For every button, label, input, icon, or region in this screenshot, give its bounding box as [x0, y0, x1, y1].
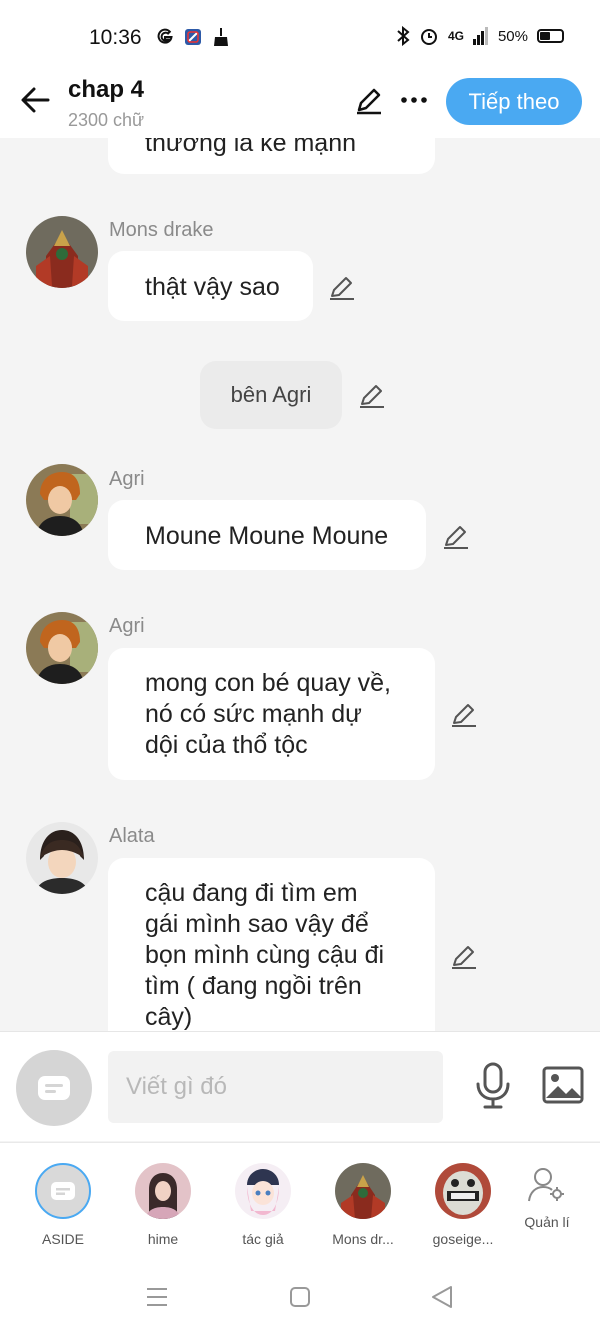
image-icon[interactable]	[542, 1066, 584, 1104]
edit-pencil-icon[interactable]	[353, 84, 385, 116]
character-bar: ASIDE hime tác giả Mons dr... goseige...…	[0, 1142, 600, 1262]
microphone-icon[interactable]	[474, 1062, 512, 1110]
avatar-mons-drake[interactable]	[26, 216, 98, 288]
alarm-icon	[420, 29, 437, 45]
character-mons-drake[interactable]: Mons dr...	[321, 1163, 405, 1247]
avatar	[435, 1163, 491, 1219]
character-aside[interactable]: ASIDE	[21, 1163, 105, 1247]
shield-app-icon	[185, 29, 201, 45]
status-time: 10:36	[89, 26, 142, 49]
chapter-title: chap 4	[68, 76, 145, 103]
avatar	[135, 1163, 191, 1219]
avatar	[335, 1163, 391, 1219]
battery-icon	[537, 29, 564, 43]
battery-percent: 50%	[497, 27, 528, 45]
network-label: 4G	[447, 29, 464, 43]
message-bubble[interactable]: thật vậy sao	[108, 251, 313, 321]
character-label: ASIDE	[41, 1231, 84, 1247]
signal-icon	[472, 27, 488, 45]
status-bar: 10:36 4G 50%	[0, 0, 600, 72]
google-icon	[157, 28, 173, 44]
message-text: thật vậy sao	[145, 273, 280, 301]
message-bubble[interactable]: cậu đang đi tìm em gái mình sao vậy để b…	[108, 858, 435, 1031]
message-line: bọn mình cùng cậu đi	[145, 941, 385, 969]
message-line: mong con bé quay về,	[145, 669, 391, 697]
user-settings-icon	[528, 1168, 564, 1202]
character-label: Quản lí	[524, 1214, 570, 1230]
bluetooth-icon	[397, 26, 410, 46]
message-line: nó có sức mạnh dự	[145, 700, 362, 728]
edit-message-icon[interactable]	[327, 272, 357, 302]
message-line: dội của thổ tộc	[145, 731, 308, 759]
composer-bar: Viết gì đó	[0, 1031, 600, 1141]
message-bubble-partial[interactable]: thường là kẻ mạnh	[108, 138, 435, 174]
character-hime[interactable]: hime	[121, 1163, 205, 1247]
manage-characters[interactable]: Quản lí	[505, 1165, 589, 1230]
message-input[interactable]: Viết gì đó	[108, 1051, 443, 1123]
edit-message-icon[interactable]	[357, 380, 387, 410]
avatar	[235, 1163, 291, 1219]
character-label: goseige...	[432, 1231, 494, 1247]
message-bubble[interactable]: mong con bé quay về, nó có sức mạnh dự d…	[108, 648, 435, 780]
character-goseige[interactable]: goseige...	[421, 1163, 505, 1247]
message-line: gái mình sao vậy để	[145, 910, 369, 938]
character-label: tác giả	[242, 1231, 284, 1247]
sender-name: Alata	[109, 825, 155, 847]
message-line: cậu đang đi tìm em	[145, 879, 358, 907]
aside-icon	[35, 1163, 91, 1219]
back-arrow-icon[interactable]	[18, 80, 52, 120]
more-options-icon[interactable]	[398, 84, 430, 116]
message-text: Moune Moune Moune	[145, 522, 389, 550]
word-count: 2300 chữ	[68, 110, 145, 130]
character-label: hime	[147, 1231, 179, 1247]
edit-message-icon[interactable]	[441, 521, 471, 551]
menu-nav-icon[interactable]	[145, 1286, 169, 1308]
edit-message-icon[interactable]	[449, 699, 479, 729]
avatar-agri[interactable]	[26, 464, 98, 536]
next-chapter-button[interactable]: Tiếp theo	[446, 78, 582, 125]
sender-name: Mons drake	[109, 219, 214, 241]
message-line: tìm ( đang ngồi trên	[145, 972, 362, 1000]
broom-icon	[214, 28, 228, 46]
chapter-header: chap 4 2300 chữ Tiếp theo	[0, 72, 600, 138]
avatar-agri[interactable]	[26, 612, 98, 684]
message-line: cây)	[145, 1003, 193, 1031]
aside-toggle-button[interactable]	[16, 1050, 92, 1126]
message-text: thường là kẻ mạnh	[145, 138, 357, 157]
narration-bubble[interactable]: bên Agri	[200, 361, 342, 429]
character-tac-gia[interactable]: tác giả	[221, 1163, 305, 1247]
back-nav-icon[interactable]	[430, 1284, 454, 1310]
character-label: Mons dr...	[332, 1231, 394, 1247]
sender-name: Agri	[109, 468, 145, 490]
sender-name: Agri	[109, 615, 145, 637]
edit-message-icon[interactable]	[449, 941, 479, 971]
system-nav-bar	[0, 1262, 600, 1333]
narration-text: bên Agri	[230, 382, 312, 407]
home-nav-icon[interactable]	[289, 1286, 311, 1308]
chat-area[interactable]: thường là kẻ mạnh Mons drake thật vậy sa…	[0, 138, 600, 1031]
aside-icon	[38, 1076, 70, 1100]
avatar-alata[interactable]	[26, 822, 98, 894]
message-bubble[interactable]: Moune Moune Moune	[108, 500, 426, 570]
